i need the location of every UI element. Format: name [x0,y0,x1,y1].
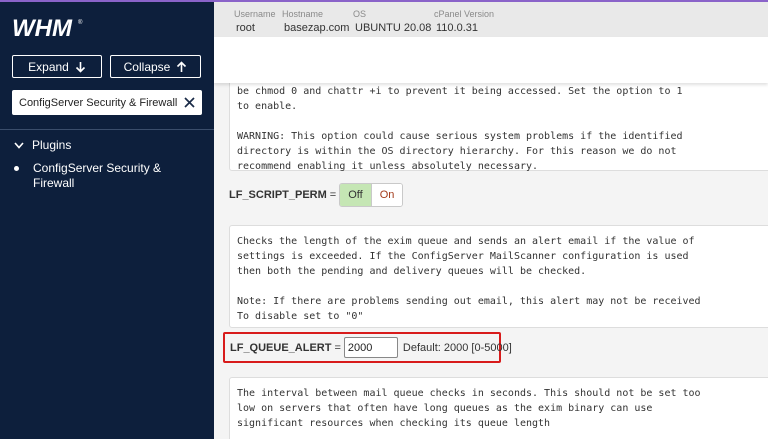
collapse-button[interactable]: Collapse [110,55,201,78]
option-name: LF_SCRIPT_PERM [229,188,327,201]
option-default: Default: 2000 [0-5000] [402,341,512,354]
chevron-down-icon [14,138,24,152]
header-cpanel-version: cPanel Version 110.0.31 [434,9,494,35]
description-panel: Checks the length of the exim queue and … [229,225,768,328]
toggle-off-button[interactable]: Off [340,183,372,206]
description-text: The interval between mail queue checks i… [237,388,701,429]
expand-label: Expand [28,59,69,74]
svg-text:®: ® [78,19,83,26]
sidebar-section-label: Plugins [32,138,72,152]
description-text: be chmod 0 and chattr +i to prevent it b… [237,86,683,172]
top-header: Username root Hostname basezap.com OS UB… [214,2,768,37]
arrow-down-icon [75,61,86,73]
option-name: LF_QUEUE_ALERT [230,341,332,354]
header-label: Hostname [282,9,324,19]
header-value: basezap.com [284,22,350,34]
svg-text:WHM: WHM [12,15,73,42]
lf-script-perm-toggle: Off On [339,182,404,207]
toggle-on-button[interactable]: On [371,183,403,206]
header-os: OS UBUNTU 20.08 [353,9,431,35]
sidebar-item-configserver[interactable]: ConfigServer Security & Firewall [14,161,204,191]
sidebar: WHM ® Expand Collapse Plugins ConfigServ… [0,0,214,439]
option-row-lf-queue-alert: LF_QUEUE_ALERT = Default: 2000 [0-5000] [230,336,512,359]
sidebar-item-label: ConfigServer Security & Firewall [33,161,162,190]
header-label: cPanel Version [434,9,495,19]
sidebar-section-plugins[interactable]: Plugins [14,138,71,152]
sidebar-divider [0,129,214,130]
description-panel: be chmod 0 and chattr +i to prevent it b… [229,83,768,172]
collapse-label: Collapse [123,59,171,74]
option-row-lf-script-perm: LF_SCRIPT_PERM = Off On [229,180,404,209]
bullet-icon [14,166,19,171]
top-accent-line [0,0,768,2]
sidebar-search [12,90,202,115]
description-text: Checks the length of the exim queue and … [237,236,701,322]
option-equals: = [334,341,341,354]
sidebar-search-input[interactable] [19,96,179,109]
header-label: OS [353,9,367,19]
clear-search-icon[interactable] [182,96,196,110]
description-panel: The interval between mail queue checks i… [229,377,768,439]
main-content: be chmod 0 and chattr +i to prevent it b… [214,83,768,439]
lf-queue-alert-input[interactable] [343,337,398,358]
arrow-up-icon [176,60,187,73]
whm-logo[interactable]: WHM ® [12,14,88,42]
header-value: root [236,22,255,34]
header-hostname: Hostname basezap.com [282,9,349,35]
expand-button[interactable]: Expand [12,55,102,78]
header-label: Username [234,9,276,19]
option-equals: = [329,188,337,201]
header-value: UBUNTU 20.08 [355,22,432,34]
page-toolbar [214,37,768,83]
header-value: 110.0.31 [436,22,479,34]
header-username: Username root [234,9,276,35]
